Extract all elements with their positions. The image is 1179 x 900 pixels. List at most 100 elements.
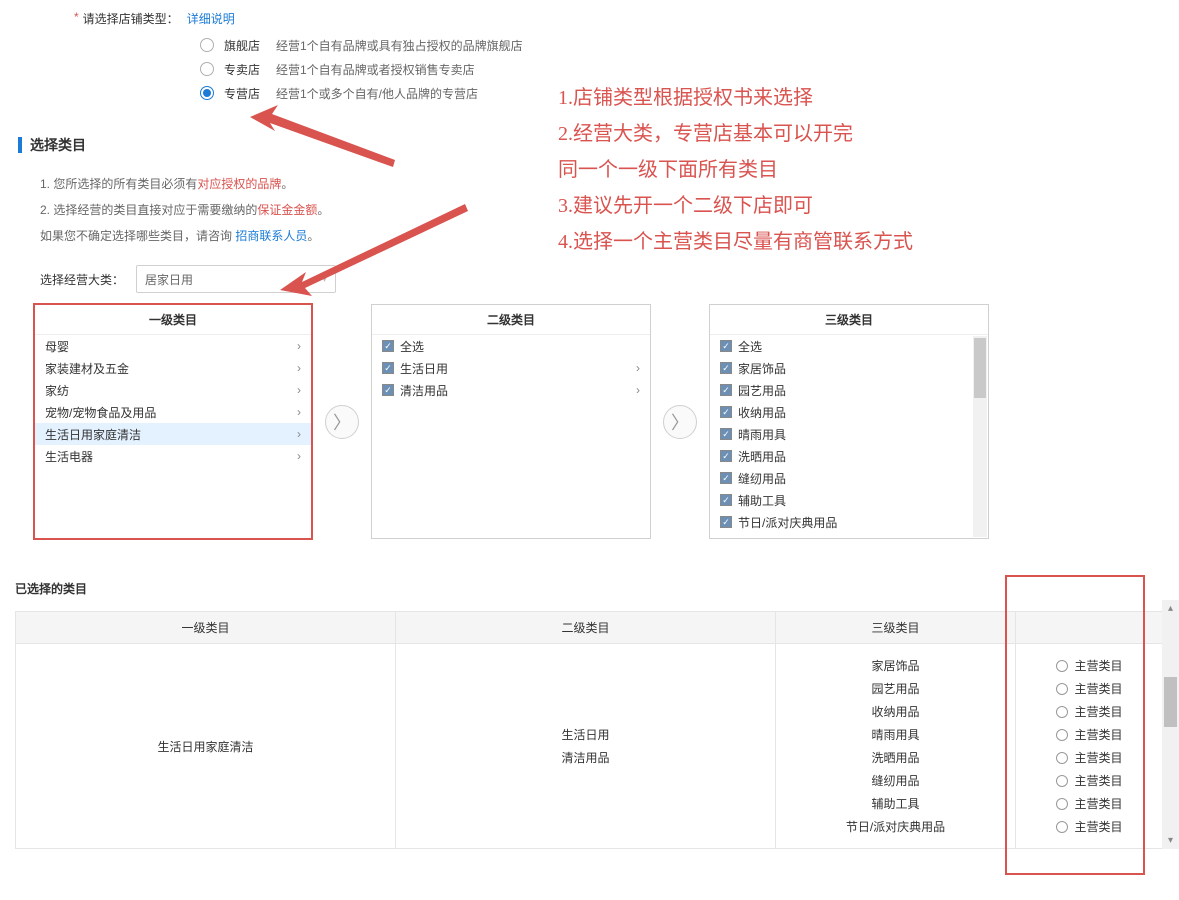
th-1: 一级类目 [16, 612, 396, 644]
section-title: 选择类目 [30, 135, 86, 155]
list-item-label: 家装建材及五金 [45, 360, 129, 377]
selected-l3-item: 园艺用品 [784, 677, 1007, 700]
panel-header-3: 三级类目 [710, 305, 988, 335]
shop-type-option[interactable]: 专卖店经营1个自有品牌或者授权销售专卖店 [200, 57, 1179, 81]
selected-l3-item: 家居饰品 [784, 654, 1007, 677]
shop-type-option[interactable]: 旗舰店经营1个自有品牌或具有独占授权的品牌旗舰店 [200, 33, 1179, 57]
list-item-label: 辅助工具 [738, 492, 786, 509]
level3-item[interactable]: 洗晒用品 [710, 445, 974, 467]
radio-icon[interactable] [1056, 683, 1068, 695]
radio-label: 专营店 [224, 85, 268, 102]
radio-desc: 经营1个自有品牌或者授权销售专卖店 [276, 61, 475, 78]
radio-icon[interactable] [1056, 660, 1068, 672]
main-category-option[interactable]: 主营类目 [1024, 746, 1155, 769]
level3-item[interactable]: 缝纫用品 [710, 467, 974, 489]
panel-level2: 二级类目 全选生活日用›清洁用品› [371, 304, 651, 539]
cell-l3: 家居饰品园艺用品收纳用品晴雨用具洗晒用品缝纫用品辅助工具节日/派对庆典用品 [776, 644, 1016, 849]
list-item-label: 清洁用品 [400, 382, 448, 399]
checkbox-icon[interactable] [720, 516, 732, 528]
main-category-label: 主营类目 [1074, 795, 1122, 812]
major-category-value: 居家日用 [145, 271, 193, 288]
level3-item[interactable]: 家居饰品 [710, 357, 974, 379]
checkbox-icon[interactable] [720, 384, 732, 396]
required-star: * [74, 10, 79, 24]
level3-select-all[interactable]: 全选 [710, 335, 974, 357]
level1-item[interactable]: 母婴› [35, 335, 311, 357]
checkbox-icon[interactable] [382, 340, 394, 352]
panel-level3: 三级类目 全选家居饰品园艺用品收纳用品晴雨用具洗晒用品缝纫用品辅助工具节日/派对… [709, 304, 989, 539]
selected-l3-item: 节日/派对庆典用品 [784, 815, 1007, 838]
checkbox-icon[interactable] [720, 362, 732, 374]
radio-icon[interactable] [1056, 752, 1068, 764]
chevron-right-icon: › [297, 449, 301, 463]
level2-item[interactable]: 生活日用› [372, 357, 650, 379]
main-category-option[interactable]: 主营类目 [1024, 792, 1155, 815]
radio-icon[interactable] [1056, 798, 1068, 810]
list-item-label: 洗晒用品 [738, 448, 786, 465]
chevron-right-icon: › [636, 383, 640, 397]
checkbox-icon[interactable] [720, 494, 732, 506]
level3-item[interactable]: 节日/派对庆典用品 [710, 511, 974, 533]
annotation-arrow-1 [250, 105, 400, 185]
checkbox-icon[interactable] [382, 362, 394, 374]
radio-icon[interactable] [200, 62, 214, 76]
radio-icon[interactable] [1056, 775, 1068, 787]
page-scrollbar[interactable]: ▴ ▾ [1162, 600, 1179, 849]
main-category-option[interactable]: 主营类目 [1024, 723, 1155, 746]
checkbox-icon[interactable] [720, 428, 732, 440]
main-category-option[interactable]: 主营类目 [1024, 769, 1155, 792]
checkbox-icon[interactable] [720, 406, 732, 418]
chevron-right-icon: › [297, 383, 301, 397]
main-category-option[interactable]: 主营类目 [1024, 677, 1155, 700]
checkbox-icon[interactable] [720, 340, 732, 352]
level2-select-all[interactable]: 全选 [372, 335, 650, 357]
selected-l3-item: 辅助工具 [784, 792, 1007, 815]
radio-icon[interactable] [1056, 706, 1068, 718]
level1-item[interactable]: 家纺 › [35, 379, 311, 401]
level3-item[interactable]: 晴雨用具 [710, 423, 974, 445]
arrow-right-2[interactable]: 〉 [663, 405, 697, 439]
main-category-option[interactable]: 主营类目 [1024, 654, 1155, 677]
radio-icon[interactable] [200, 38, 214, 52]
list-item-label: 生活日用家庭清洁 [45, 426, 141, 443]
level1-item[interactable]: 宠物/宠物食品及用品› [35, 401, 311, 423]
th-3: 三级类目 [776, 612, 1016, 644]
th-2: 二级类目 [396, 612, 776, 644]
main-category-option[interactable]: 主营类目 [1024, 700, 1155, 723]
list-item-label: 缝纫用品 [738, 470, 786, 487]
cell-l1: 生活日用家庭清洁 [16, 644, 396, 849]
list-item-label: 家纺 [45, 382, 69, 399]
checkbox-icon[interactable] [720, 472, 732, 484]
list-item-label: 生活电器 [45, 448, 93, 465]
selected-title: 已选择的类目 [15, 580, 1164, 597]
panel3-scrollbar[interactable] [973, 336, 987, 537]
selected-l3-item: 收纳用品 [784, 700, 1007, 723]
level2-item[interactable]: 清洁用品 › [372, 379, 650, 401]
list-item-label: 园艺用品 [738, 382, 786, 399]
level1-item[interactable]: 家装建材及五金› [35, 357, 311, 379]
level1-item[interactable]: 生活电器 › [35, 445, 311, 467]
level1-item[interactable]: 生活日用家庭清洁› [35, 423, 311, 445]
level3-item[interactable]: 园艺用品 [710, 379, 974, 401]
annotation-arrow-2 [280, 200, 470, 300]
radio-icon[interactable] [200, 86, 214, 100]
panel-level1: 一级类目 母婴›家装建材及五金›家纺›宠物/宠物食品及用品›生活日用家庭清洁›生… [33, 303, 313, 540]
checkbox-icon[interactable] [382, 384, 394, 396]
radio-desc: 经营1个自有品牌或具有独占授权的品牌旗舰店 [276, 37, 523, 54]
checkbox-icon[interactable] [720, 450, 732, 462]
list-item-label: 节日/派对庆典用品 [738, 514, 837, 531]
level3-item[interactable]: 收纳用品 [710, 401, 974, 423]
major-category-label: 选择经营大类： [40, 271, 124, 288]
selected-l2-item: 生活日用 [404, 723, 767, 746]
level3-item[interactable]: 辅助工具 [710, 489, 974, 511]
shop-type-label: 请选择店铺类型： [83, 10, 179, 27]
arrow-right-1[interactable]: 〉 [325, 405, 359, 439]
chevron-right-icon: › [297, 339, 301, 353]
detail-link[interactable]: 详细说明 [187, 10, 235, 27]
section-bar [18, 137, 22, 153]
radio-icon[interactable] [1056, 821, 1068, 833]
radio-icon[interactable] [1056, 729, 1068, 741]
main-category-option[interactable]: 主营类目 [1024, 815, 1155, 838]
main-category-label: 主营类目 [1074, 726, 1122, 743]
selected-l3-item: 缝纫用品 [784, 769, 1007, 792]
